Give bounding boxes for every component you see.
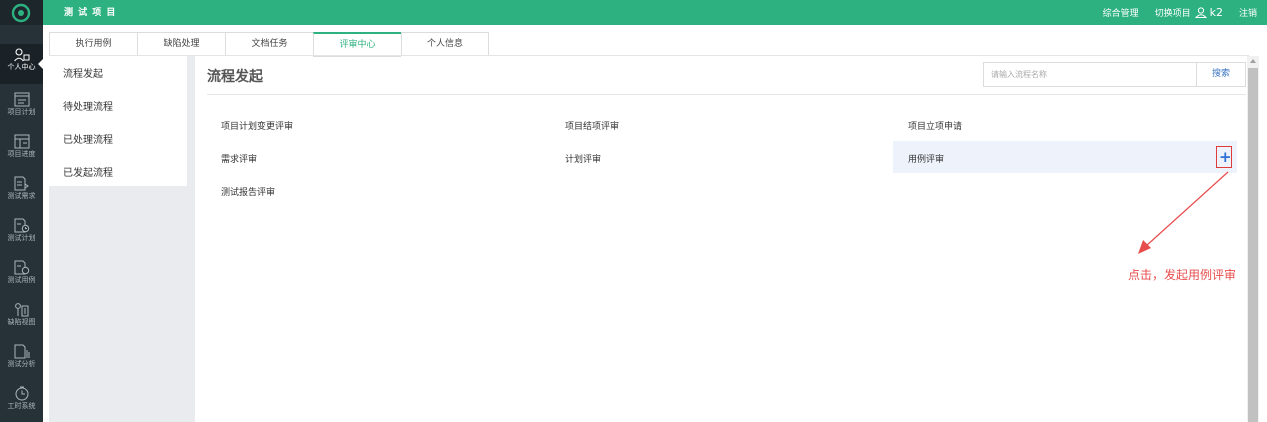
scroll-up-icon[interactable] (1247, 56, 1259, 68)
annotation-text: 点击，发起用例评审 (1128, 268, 1237, 282)
annotation-arrow (1138, 171, 1229, 254)
scrollbar-thumb[interactable] (1248, 68, 1258, 422)
